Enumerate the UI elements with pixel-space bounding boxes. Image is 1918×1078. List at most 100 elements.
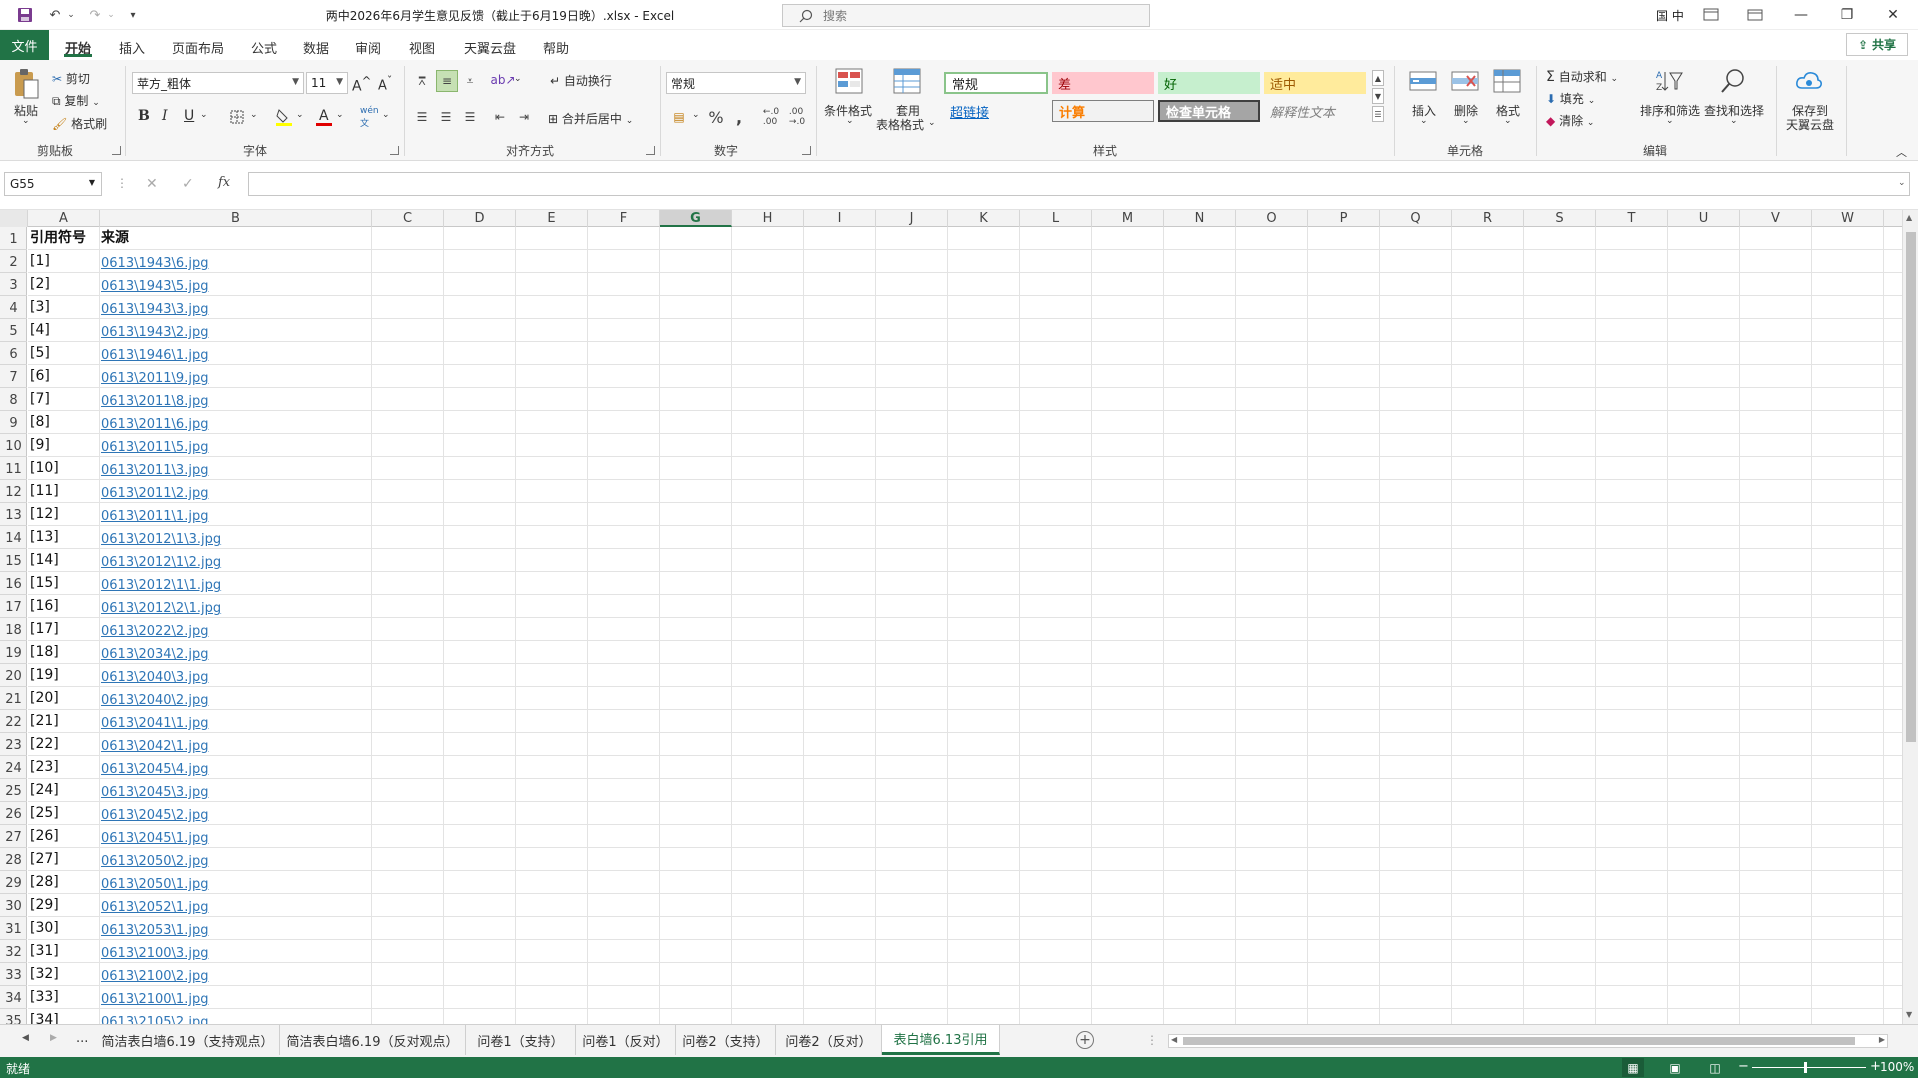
cell-source-link[interactable]: 0613\2100\2.jpg xyxy=(101,963,208,986)
font-name-select[interactable]: 苹方_粗体 ▼ xyxy=(132,72,304,94)
customize-toolbar-icon[interactable]: ▾ xyxy=(126,6,140,24)
zoom-out-button[interactable]: − xyxy=(1738,1059,1749,1074)
font-color-dropdown-icon[interactable]: ⌄ xyxy=(336,110,344,120)
autosum-button[interactable]: Σ 自动求和 ⌄ xyxy=(1546,68,1618,85)
row-header[interactable]: 27 xyxy=(0,825,27,848)
column-header-u[interactable]: U xyxy=(1668,210,1740,227)
sheet-tab[interactable]: 问卷1（支持） xyxy=(466,1025,576,1055)
styles-scroll-down-icon[interactable]: ▼ xyxy=(1372,88,1384,104)
styles-scroll-up-icon[interactable]: ▲ xyxy=(1372,70,1384,86)
sheet-tab[interactable]: 问卷2（反对） xyxy=(776,1025,882,1055)
row-header[interactable]: 1 xyxy=(0,227,27,250)
row-header[interactable]: 31 xyxy=(0,917,27,940)
cell-source-link[interactable]: 0613\2012\1\2.jpg xyxy=(101,549,221,572)
row-header[interactable]: 32 xyxy=(0,940,27,963)
spreadsheet-grid[interactable]: ABCDEFGHIJKLMNOPQRSTUVW 1 2 3 4 5 6 7 8 9 10 11 12 1… xyxy=(0,210,1902,1024)
cell-b-header[interactable]: 来源 xyxy=(101,227,129,250)
cell-source-link[interactable]: 0613\1943\3.jpg xyxy=(101,296,208,319)
row-header[interactable]: 35 xyxy=(0,1009,27,1024)
number-launcher-icon[interactable] xyxy=(802,146,811,155)
sort-dropdown-icon[interactable]: ⌄ xyxy=(1666,116,1674,126)
borders-dropdown-icon[interactable]: ⌄ xyxy=(250,110,258,120)
format-as-table-label-2[interactable]: 表格格式 xyxy=(876,116,924,133)
increase-indent-icon[interactable]: ⇥ xyxy=(514,108,534,126)
cell-citation[interactable]: [16] xyxy=(30,595,59,618)
sheet-tab[interactable]: 问卷2（支持） xyxy=(676,1025,776,1055)
tab-page-layout[interactable]: 页面布局 xyxy=(168,38,228,57)
cell-citation[interactable]: [29] xyxy=(30,894,59,917)
cell-citation[interactable]: [27] xyxy=(30,848,59,871)
decrease-indent-icon[interactable]: ⇤ xyxy=(490,108,510,126)
row-header[interactable]: 13 xyxy=(0,503,27,526)
column-header-p[interactable]: P xyxy=(1308,210,1380,227)
row-header[interactable]: 2 xyxy=(0,250,27,273)
column-header-g[interactable]: G xyxy=(660,210,732,227)
conditional-dropdown-icon[interactable]: ⌄ xyxy=(846,116,854,126)
italic-button[interactable]: I xyxy=(162,108,168,124)
cell-citation[interactable]: [20] xyxy=(30,687,59,710)
tab-file[interactable]: 文件 xyxy=(0,30,49,60)
cell-citation[interactable]: [17] xyxy=(30,618,59,641)
cell-source-link[interactable]: 0613\2040\3.jpg xyxy=(101,664,208,687)
add-sheet-icon[interactable]: + xyxy=(1076,1031,1094,1049)
row-header[interactable]: 16 xyxy=(0,572,27,595)
cell-citation[interactable]: [1] xyxy=(30,250,50,273)
formula-bar-grip-icon[interactable]: ⋮ xyxy=(116,176,128,190)
row-header[interactable]: 30 xyxy=(0,894,27,917)
cell-source-link[interactable]: 0613\1943\6.jpg xyxy=(101,250,208,273)
cell-citation[interactable]: [4] xyxy=(30,319,50,342)
cell-citation[interactable]: [6] xyxy=(30,365,50,388)
format-painter-button[interactable]: 🖌 格式刷 xyxy=(52,115,107,132)
merge-dropdown-icon[interactable]: ⌄ xyxy=(626,116,634,126)
insert-function-icon[interactable]: fx xyxy=(218,175,230,190)
style-check-cell[interactable]: 检查单元格 xyxy=(1158,100,1260,122)
scroll-left-icon[interactable]: ◀ xyxy=(1171,1035,1177,1044)
user-name[interactable]: 国 中 xyxy=(1656,7,1684,24)
column-header-t[interactable]: T xyxy=(1596,210,1668,227)
cell-citation[interactable]: [7] xyxy=(30,388,50,411)
column-header-i[interactable]: I xyxy=(804,210,876,227)
cell-citation[interactable]: [30] xyxy=(30,917,59,940)
tab-help[interactable]: 帮助 xyxy=(540,38,572,57)
tab-review[interactable]: 审阅 xyxy=(352,38,384,57)
cell-source-link[interactable]: 0613\2011\5.jpg xyxy=(101,434,208,457)
row-header[interactable]: 23 xyxy=(0,733,27,756)
row-header[interactable]: 22 xyxy=(0,710,27,733)
column-header-n[interactable]: N xyxy=(1164,210,1236,227)
redo-icon[interactable]: ↷ xyxy=(84,6,106,24)
cell-citation[interactable]: [10] xyxy=(30,457,59,480)
column-header-h[interactable]: H xyxy=(732,210,804,227)
cancel-icon[interactable]: ✕ xyxy=(146,176,158,192)
sort-filter-icon[interactable]: AZ xyxy=(1654,66,1684,96)
format-cells-icon[interactable] xyxy=(1492,66,1522,96)
delete-dropdown-icon[interactable]: ⌄ xyxy=(1462,116,1470,126)
font-size-select[interactable]: 11 ▼ xyxy=(306,72,348,94)
column-header-o[interactable]: O xyxy=(1236,210,1308,227)
row-header[interactable]: 26 xyxy=(0,802,27,825)
cell-source-link[interactable]: 0613\2012\2\1.jpg xyxy=(101,595,221,618)
format-dropdown-icon[interactable]: ⌄ xyxy=(1504,116,1512,126)
cell-citation[interactable]: [15] xyxy=(30,572,59,595)
cell-citation[interactable]: [34] xyxy=(30,1009,59,1024)
row-header[interactable]: 7 xyxy=(0,365,27,388)
orientation-dropdown-icon[interactable]: ⌄ xyxy=(514,74,522,84)
cell-source-link[interactable]: 0613\2042\1.jpg xyxy=(101,733,208,756)
cell-source-link[interactable]: 0613\2050\2.jpg xyxy=(101,848,208,871)
cell-source-link[interactable]: 0613\2012\1\1.jpg xyxy=(101,572,221,595)
sheet-tab[interactable]: 简洁表白墙6.19（反对观点） xyxy=(280,1025,466,1055)
cell-citation[interactable]: [33] xyxy=(30,986,59,1009)
row-header[interactable]: 3 xyxy=(0,273,27,296)
decrease-font-icon[interactable]: Aˇ xyxy=(378,74,392,93)
cell-citation[interactable]: [21] xyxy=(30,710,59,733)
column-header-j[interactable]: J xyxy=(876,210,948,227)
table-format-dropdown-icon[interactable]: ⌄ xyxy=(928,118,936,128)
cell-source-link[interactable]: 0613\2052\1.jpg xyxy=(101,894,208,917)
search-input[interactable]: 搜索 xyxy=(782,4,1150,27)
font-color-icon[interactable]: A xyxy=(314,106,334,128)
row-header[interactable]: 25 xyxy=(0,779,27,802)
page-break-view-icon[interactable]: ◫ xyxy=(1704,1058,1726,1077)
tab-insert[interactable]: 插入 xyxy=(116,38,148,57)
phonetic-icon[interactable]: wén 文 xyxy=(360,106,379,129)
tab-data[interactable]: 数据 xyxy=(300,38,332,57)
cell-source-link[interactable]: 0613\2105\2.jpg xyxy=(101,1009,208,1024)
